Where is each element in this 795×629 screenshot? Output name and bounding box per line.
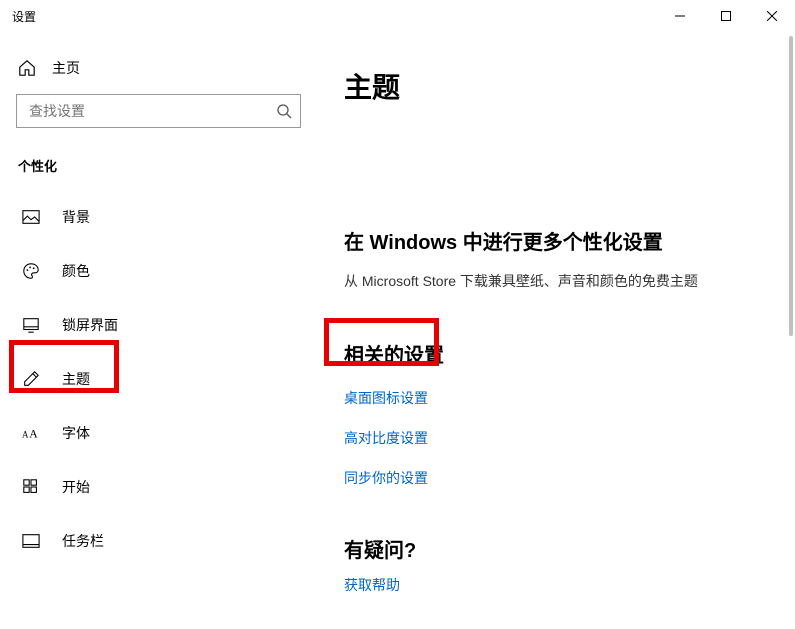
- link-get-help[interactable]: 获取帮助: [344, 575, 771, 595]
- link-sync-settings[interactable]: 同步你的设置: [344, 468, 771, 488]
- home-icon: [18, 59, 36, 77]
- taskbar-icon: [22, 532, 40, 550]
- question-heading: 有疑问?: [344, 534, 771, 563]
- sidebar-item-background[interactable]: 背景: [16, 197, 304, 237]
- close-icon: [767, 11, 777, 21]
- related-settings-heading: 相关的设置: [344, 339, 771, 368]
- svg-text:A: A: [29, 428, 38, 441]
- more-personalization-heading: 在 Windows 中进行更多个性化设置: [344, 226, 771, 255]
- lockscreen-icon: [22, 316, 40, 334]
- search-box[interactable]: [16, 94, 301, 128]
- sidebar-item-label: 任务栏: [62, 531, 104, 551]
- search-input[interactable]: [27, 102, 276, 120]
- themes-icon: [22, 370, 40, 388]
- settings-window: 设置 主页: [0, 0, 795, 629]
- main-content: 主题 在 Windows 中进行更多个性化设置 从 Microsoft Stor…: [320, 32, 795, 629]
- minimize-button[interactable]: [657, 0, 703, 32]
- link-desktop-icon-settings[interactable]: 桌面图标设置: [344, 388, 771, 408]
- font-icon: A A: [22, 424, 40, 442]
- body: 主页 个性化 背景: [0, 32, 795, 629]
- sidebar-item-label: 字体: [62, 423, 90, 443]
- link-high-contrast-settings[interactable]: 高对比度设置: [344, 428, 771, 448]
- window-title: 设置: [12, 8, 36, 25]
- maximize-button[interactable]: [703, 0, 749, 32]
- search-icon: [276, 103, 292, 119]
- sidebar-item-lockscreen[interactable]: 锁屏界面: [16, 305, 304, 345]
- minimize-icon: [675, 11, 685, 21]
- sidebar-item-label: 颜色: [62, 261, 90, 281]
- svg-text:A: A: [22, 430, 29, 440]
- window-controls: [657, 0, 795, 32]
- close-button[interactable]: [749, 0, 795, 32]
- sidebar-item-taskbar[interactable]: 任务栏: [16, 521, 304, 561]
- sidebar-item-fonts[interactable]: A A 字体: [16, 413, 304, 453]
- background-icon: [22, 208, 40, 226]
- home-link[interactable]: 主页: [16, 52, 304, 94]
- scrollbar[interactable]: [789, 36, 793, 336]
- sidebar-item-colors[interactable]: 颜色: [16, 251, 304, 291]
- sidebar-item-label: 开始: [62, 477, 90, 497]
- sidebar-item-label: 主题: [62, 369, 90, 389]
- page-title: 主题: [344, 66, 771, 106]
- sidebar-item-themes[interactable]: 主题: [16, 359, 304, 399]
- section-label: 个性化: [16, 156, 304, 175]
- sidebar-item-label: 背景: [62, 207, 90, 227]
- start-icon: [22, 478, 40, 496]
- more-personalization-sub: 从 Microsoft Store 下载兼具壁纸、声音和颜色的免费主题: [344, 271, 771, 291]
- sidebar: 主页 个性化 背景: [0, 32, 320, 629]
- home-label: 主页: [52, 58, 80, 78]
- titlebar: 设置: [0, 0, 795, 32]
- palette-icon: [22, 262, 40, 280]
- sidebar-item-start[interactable]: 开始: [16, 467, 304, 507]
- sidebar-item-label: 锁屏界面: [62, 315, 118, 335]
- maximize-icon: [721, 11, 731, 21]
